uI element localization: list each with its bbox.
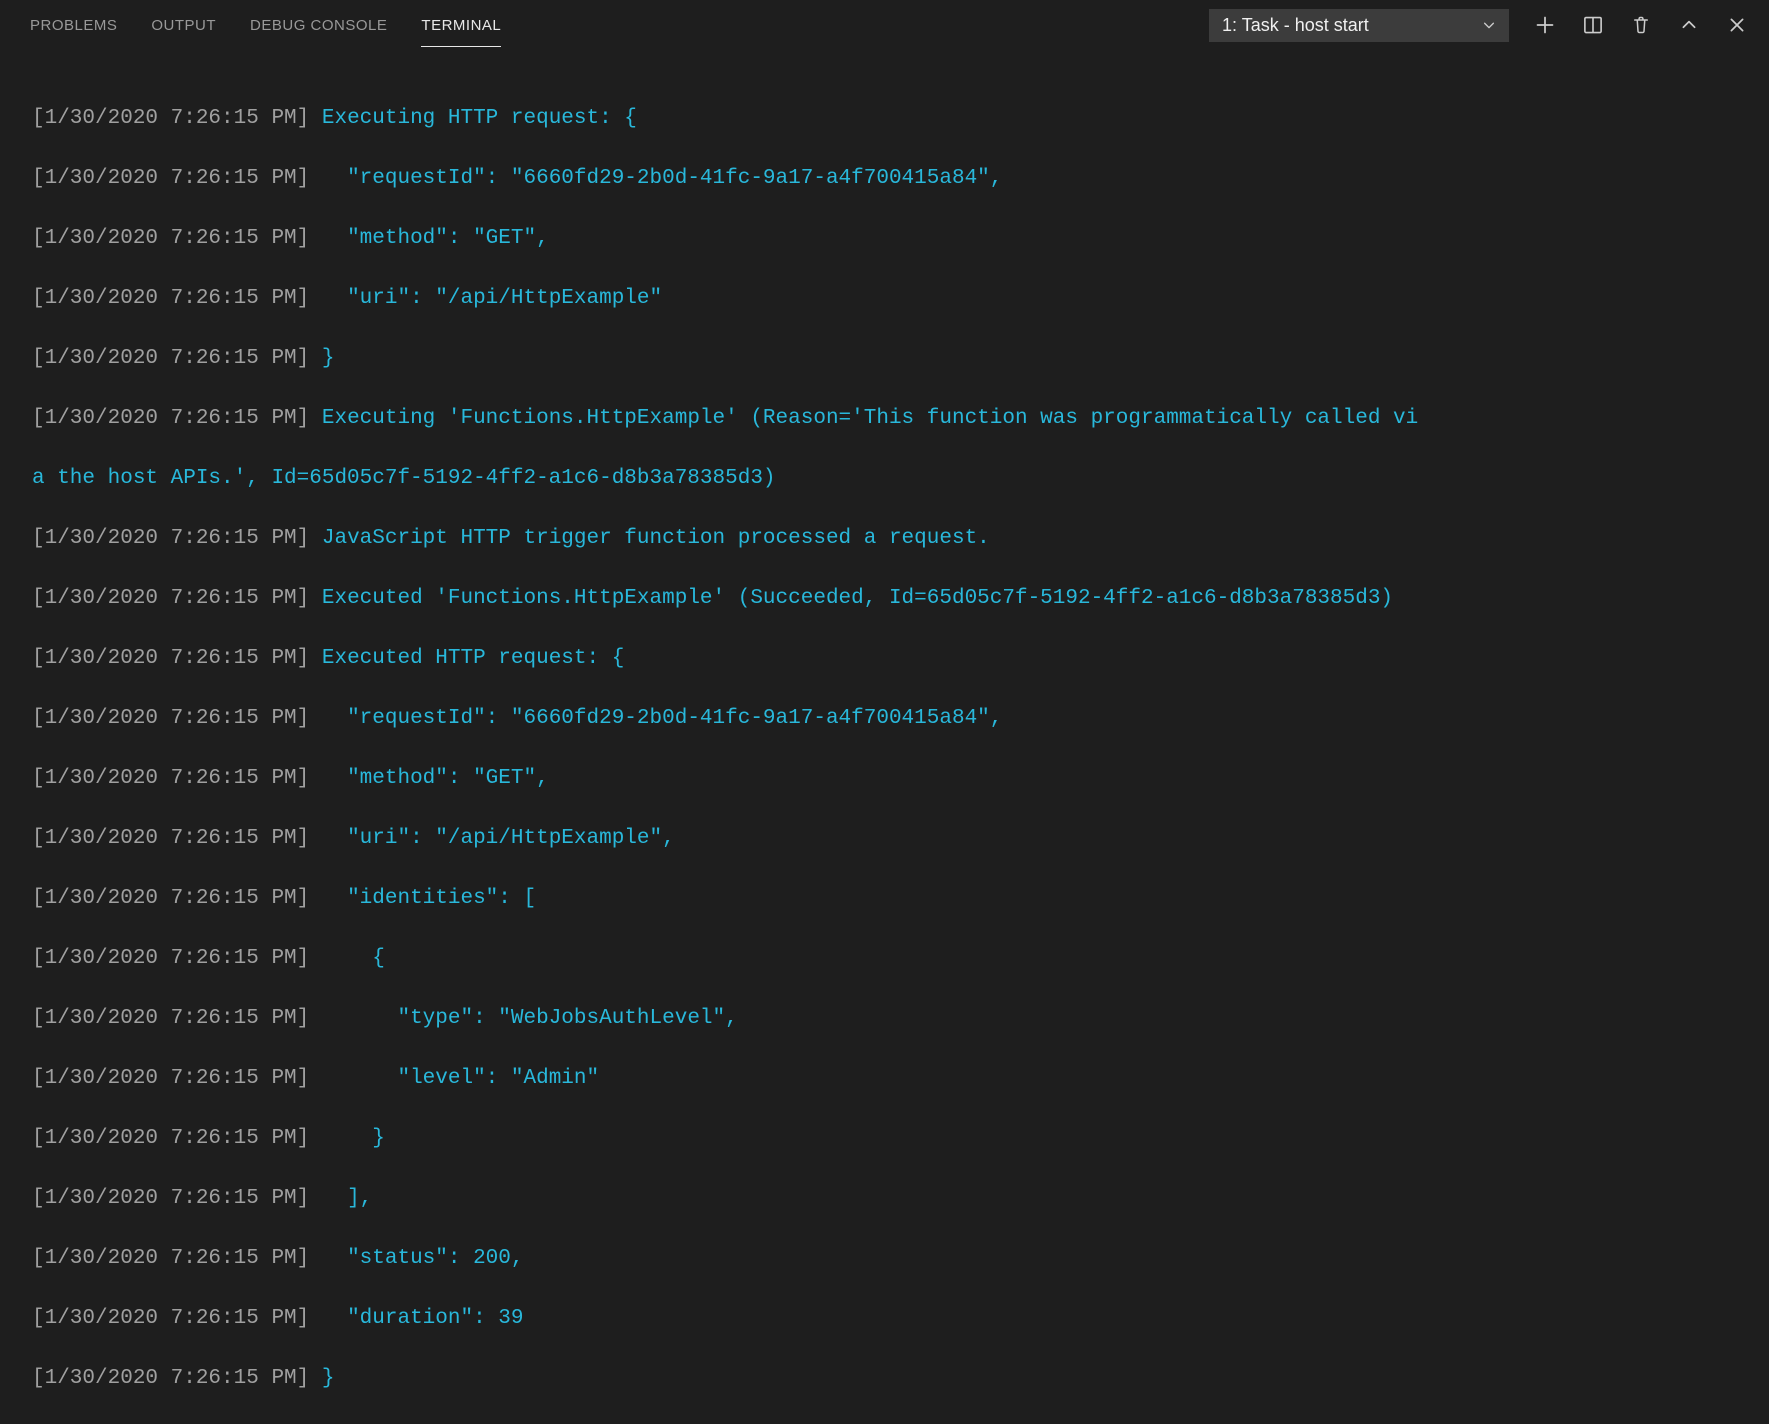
log-timestamp: [1/30/2020 7:26:15 PM]	[32, 407, 309, 430]
log-line: [1/30/2020 7:26:15 PM] "status": 200,	[32, 1244, 1737, 1274]
log-text: }	[322, 1367, 335, 1390]
log-timestamp: [1/30/2020 7:26:15 PM]	[32, 527, 309, 550]
terminal-selector[interactable]: 1: Task - host start	[1209, 9, 1509, 42]
log-text: "requestId": "6660fd29-2b0d-41fc-9a17-a4…	[322, 707, 1003, 730]
log-timestamp: [1/30/2020 7:26:15 PM]	[32, 347, 309, 370]
log-line: [1/30/2020 7:26:15 PM] }	[32, 1364, 1737, 1394]
log-text: Executing HTTP request: {	[322, 107, 637, 130]
log-timestamp: [1/30/2020 7:26:15 PM]	[32, 167, 309, 190]
log-line: [1/30/2020 7:26:15 PM] {	[32, 944, 1737, 974]
close-panel-button[interactable]	[1725, 13, 1749, 37]
terminal-output[interactable]: [1/30/2020 7:26:15 PM] Executing HTTP re…	[0, 50, 1769, 1424]
kill-terminal-button[interactable]	[1629, 13, 1653, 37]
log-line: [1/30/2020 7:26:15 PM] "requestId": "666…	[32, 704, 1737, 734]
panel-tabs: PROBLEMS OUTPUT DEBUG CONSOLE TERMINAL	[30, 3, 1209, 47]
panel-header: PROBLEMS OUTPUT DEBUG CONSOLE TERMINAL 1…	[0, 0, 1769, 50]
log-timestamp: [1/30/2020 7:26:15 PM]	[32, 1367, 309, 1390]
log-text: "method": "GET",	[322, 227, 549, 250]
log-timestamp: [1/30/2020 7:26:15 PM]	[32, 887, 309, 910]
log-text: Executing 'Functions.HttpExample' (Reaso…	[322, 407, 1418, 430]
log-text: a the host APIs.', Id=65d05c7f-5192-4ff2…	[32, 467, 776, 490]
log-text: JavaScript HTTP trigger function process…	[322, 527, 990, 550]
log-text: "uri": "/api/HttpExample",	[322, 827, 675, 850]
tab-problems[interactable]: PROBLEMS	[30, 3, 117, 47]
log-line: [1/30/2020 7:26:15 PM] "identities": [	[32, 884, 1737, 914]
log-line: [1/30/2020 7:26:15 PM] }	[32, 344, 1737, 374]
log-line: a the host APIs.', Id=65d05c7f-5192-4ff2…	[32, 464, 1737, 494]
log-timestamp: [1/30/2020 7:26:15 PM]	[32, 1067, 309, 1090]
log-line: [1/30/2020 7:26:15 PM] "requestId": "666…	[32, 164, 1737, 194]
log-text: "method": "GET",	[322, 767, 549, 790]
maximize-panel-button[interactable]	[1677, 13, 1701, 37]
panel-actions: 1: Task - host start	[1209, 9, 1749, 42]
log-timestamp: [1/30/2020 7:26:15 PM]	[32, 647, 309, 670]
log-timestamp: [1/30/2020 7:26:15 PM]	[32, 827, 309, 850]
log-timestamp: [1/30/2020 7:26:15 PM]	[32, 287, 309, 310]
log-text: "uri": "/api/HttpExample"	[322, 287, 662, 310]
log-text: "type": "WebJobsAuthLevel",	[322, 1007, 738, 1030]
log-line: [1/30/2020 7:26:15 PM] Executed 'Functio…	[32, 584, 1737, 614]
split-terminal-button[interactable]	[1581, 13, 1605, 37]
log-line: [1/30/2020 7:26:15 PM] "method": "GET",	[32, 764, 1737, 794]
log-text: "identities": [	[322, 887, 536, 910]
log-line: [1/30/2020 7:26:15 PM] JavaScript HTTP t…	[32, 524, 1737, 554]
tab-output[interactable]: OUTPUT	[151, 3, 216, 47]
log-line: [1/30/2020 7:26:15 PM] "method": "GET",	[32, 224, 1737, 254]
log-line: [1/30/2020 7:26:15 PM] Executed HTTP req…	[32, 644, 1737, 674]
log-timestamp: [1/30/2020 7:26:15 PM]	[32, 587, 309, 610]
log-text: Executed HTTP request: {	[322, 647, 624, 670]
tab-debug-console[interactable]: DEBUG CONSOLE	[250, 3, 387, 47]
log-timestamp: [1/30/2020 7:26:15 PM]	[32, 1187, 309, 1210]
new-terminal-button[interactable]	[1533, 13, 1557, 37]
log-timestamp: [1/30/2020 7:26:15 PM]	[32, 107, 309, 130]
log-line: [1/30/2020 7:26:15 PM] "duration": 39	[32, 1304, 1737, 1334]
log-timestamp: [1/30/2020 7:26:15 PM]	[32, 1247, 309, 1270]
log-line: [1/30/2020 7:26:15 PM] Executing 'Functi…	[32, 404, 1737, 434]
log-text: ],	[322, 1187, 372, 1210]
log-line: [1/30/2020 7:26:15 PM] "type": "WebJobsA…	[32, 1004, 1737, 1034]
log-text: Executed 'Functions.HttpExample' (Succee…	[322, 587, 1393, 610]
log-text: }	[322, 1127, 385, 1150]
log-timestamp: [1/30/2020 7:26:15 PM]	[32, 707, 309, 730]
log-text: "level": "Admin"	[322, 1067, 599, 1090]
terminal-selector-label: 1: Task - host start	[1222, 15, 1369, 36]
log-timestamp: [1/30/2020 7:26:15 PM]	[32, 1307, 309, 1330]
log-timestamp: [1/30/2020 7:26:15 PM]	[32, 1007, 309, 1030]
log-text: "status": 200,	[322, 1247, 524, 1270]
log-line: [1/30/2020 7:26:15 PM] "level": "Admin"	[32, 1064, 1737, 1094]
log-text: {	[322, 947, 385, 970]
log-line: [1/30/2020 7:26:15 PM] Executing HTTP re…	[32, 104, 1737, 134]
log-text: "requestId": "6660fd29-2b0d-41fc-9a17-a4…	[322, 167, 1003, 190]
log-line: [1/30/2020 7:26:15 PM] ],	[32, 1184, 1737, 1214]
log-timestamp: [1/30/2020 7:26:15 PM]	[32, 767, 309, 790]
log-line: [1/30/2020 7:26:15 PM] "uri": "/api/Http…	[32, 284, 1737, 314]
log-timestamp: [1/30/2020 7:26:15 PM]	[32, 947, 309, 970]
chevron-down-icon	[1482, 18, 1496, 32]
log-timestamp: [1/30/2020 7:26:15 PM]	[32, 1127, 309, 1150]
log-timestamp: [1/30/2020 7:26:15 PM]	[32, 227, 309, 250]
log-text: }	[322, 347, 335, 370]
log-text: "duration": 39	[322, 1307, 524, 1330]
log-line: [1/30/2020 7:26:15 PM] }	[32, 1124, 1737, 1154]
tab-terminal[interactable]: TERMINAL	[421, 3, 501, 47]
